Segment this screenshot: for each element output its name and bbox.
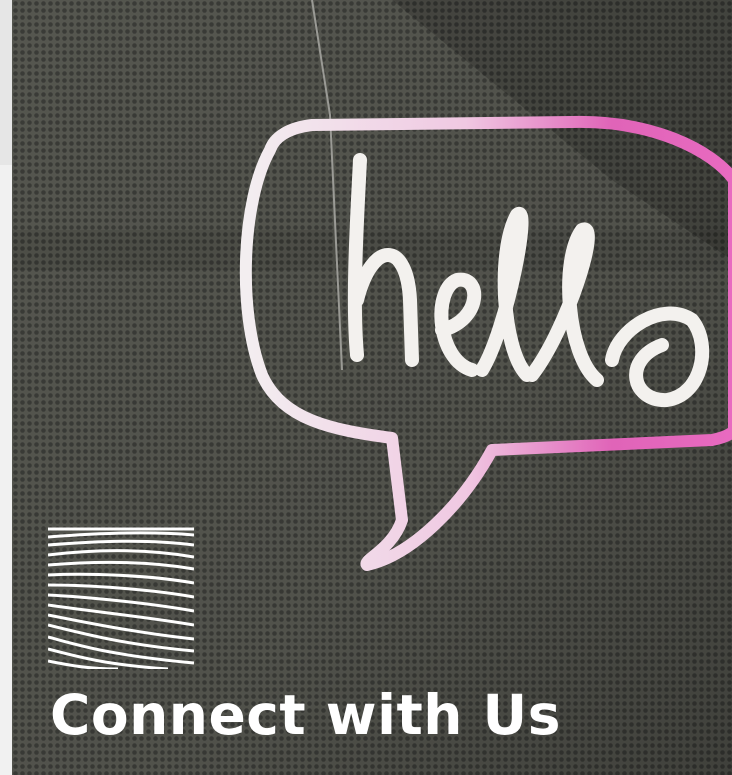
page-title: Connect with Us xyxy=(50,683,561,747)
left-panel-fragment xyxy=(0,0,12,165)
wavy-lines-logo-icon xyxy=(48,527,194,669)
hero-banner: Connect with Us xyxy=(12,0,732,775)
